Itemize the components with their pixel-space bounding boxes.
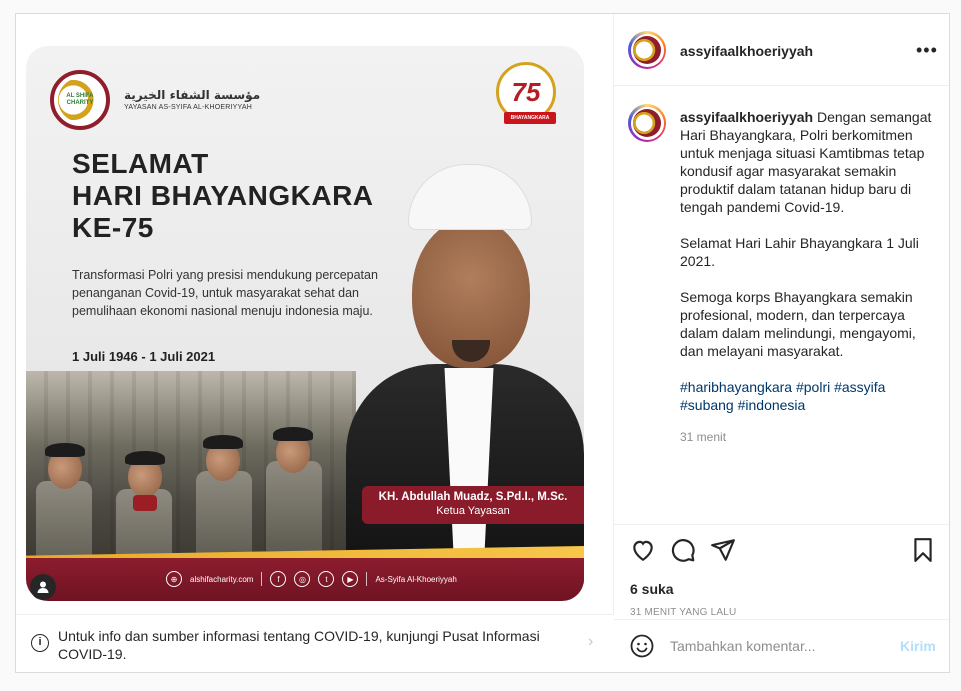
- username-link[interactable]: assyifaalkhoeriyyah: [680, 43, 813, 59]
- more-options-icon[interactable]: •••: [916, 40, 938, 61]
- comment-bar: Kirim: [614, 619, 949, 672]
- person-name: KH. Abdullah Muadz, S.Pd.I., M.Sc.: [378, 491, 568, 503]
- hashtags[interactable]: #haribhayangkara #polri #assyifa #subang…: [680, 378, 940, 414]
- comment-input[interactable]: [670, 636, 880, 656]
- caption-username[interactable]: assyifaalkhoeriyyah: [680, 109, 813, 125]
- share-icon[interactable]: [710, 537, 736, 563]
- post-timestamp[interactable]: 31 MENIT YANG LALU: [630, 607, 736, 618]
- footer-handle: As-Syifa Al-Khoeriyyah: [375, 574, 457, 584]
- chevron-right-icon: ›: [588, 633, 594, 650]
- likes-count[interactable]: 6 suka: [630, 581, 674, 597]
- al-shifa-logo: AL SHIFA CHARITY: [50, 70, 110, 130]
- heart-icon[interactable]: [630, 537, 656, 563]
- post-image[interactable]: AL SHIFA CHARITY مؤسسة الشفاء الخيرية YA…: [26, 46, 584, 601]
- twitter-icon: t: [318, 571, 335, 587]
- caption-text: Semoga korps Bhayangkara semakin profesi…: [680, 289, 916, 359]
- caption-area: assyifaalkhoeriyyah Dengan semangat Hari…: [614, 86, 949, 526]
- covid-info-banner[interactable]: i Untuk info dan sumber informasi tentan…: [16, 614, 614, 672]
- poster-description: Transformasi Polri yang presisi mendukun…: [72, 268, 378, 318]
- org-name: YAYASAN AS-SYIFA AL-KHOERIYYAH: [124, 104, 253, 111]
- poster-title: SELAMAT HARI BHAYANGKARA KE-75: [72, 148, 374, 243]
- media-pane: AL SHIFA CHARITY مؤسسة الشفاء الخيرية YA…: [16, 14, 614, 614]
- caption-text: Selamat Hari Lahir Bhayangkara 1 Juli 20…: [680, 235, 919, 269]
- facebook-icon: f: [270, 571, 287, 587]
- action-bar: 6 suka 31 MENIT YANG LALU: [614, 524, 949, 624]
- avatar[interactable]: [628, 31, 666, 69]
- avatar[interactable]: [628, 104, 666, 142]
- post-comment-button[interactable]: Kirim: [900, 638, 936, 654]
- police-parade-photo: [26, 371, 356, 579]
- caption: assyifaalkhoeriyyah Dengan semangat Hari…: [680, 108, 940, 446]
- youtube-icon: ▶: [342, 571, 359, 587]
- bookmark-icon[interactable]: [910, 537, 936, 563]
- info-icon: i: [31, 634, 49, 652]
- instagram-icon: ◎: [294, 571, 311, 587]
- comment-icon[interactable]: [670, 537, 696, 563]
- covid-info-text: Untuk info dan sumber informasi tentang …: [58, 628, 540, 662]
- name-plate: KH. Abdullah Muadz, S.Pd.I., M.Sc. Ketua…: [362, 486, 584, 524]
- org-arabic-name: مؤسسة الشفاء الخيرية: [124, 88, 261, 102]
- footer-website: alshifacharity.com: [190, 574, 254, 584]
- post-header: assyifaalkhoeriyyah •••: [614, 14, 949, 86]
- post-details-pane: assyifaalkhoeriyyah ••• assyifaalkhoeriy…: [614, 14, 949, 672]
- person-role: Ketua Yayasan: [436, 505, 510, 517]
- poster-footer: ⊕ alshifacharity.com f ◎ t ▶ As-Syifa Al…: [26, 556, 584, 601]
- badge-ribbon: BHAYANGKARA: [504, 112, 556, 124]
- caption-time[interactable]: 31 menit: [680, 428, 940, 446]
- post-dialog: AL SHIFA CHARITY مؤسسة الشفاء الخيرية YA…: [15, 13, 950, 673]
- emoji-icon[interactable]: [630, 634, 654, 658]
- globe-icon: ⊕: [166, 571, 182, 587]
- user-tag-icon[interactable]: [30, 574, 56, 600]
- poster-dates: 1 Juli 1946 - 1 Juli 2021: [72, 349, 216, 364]
